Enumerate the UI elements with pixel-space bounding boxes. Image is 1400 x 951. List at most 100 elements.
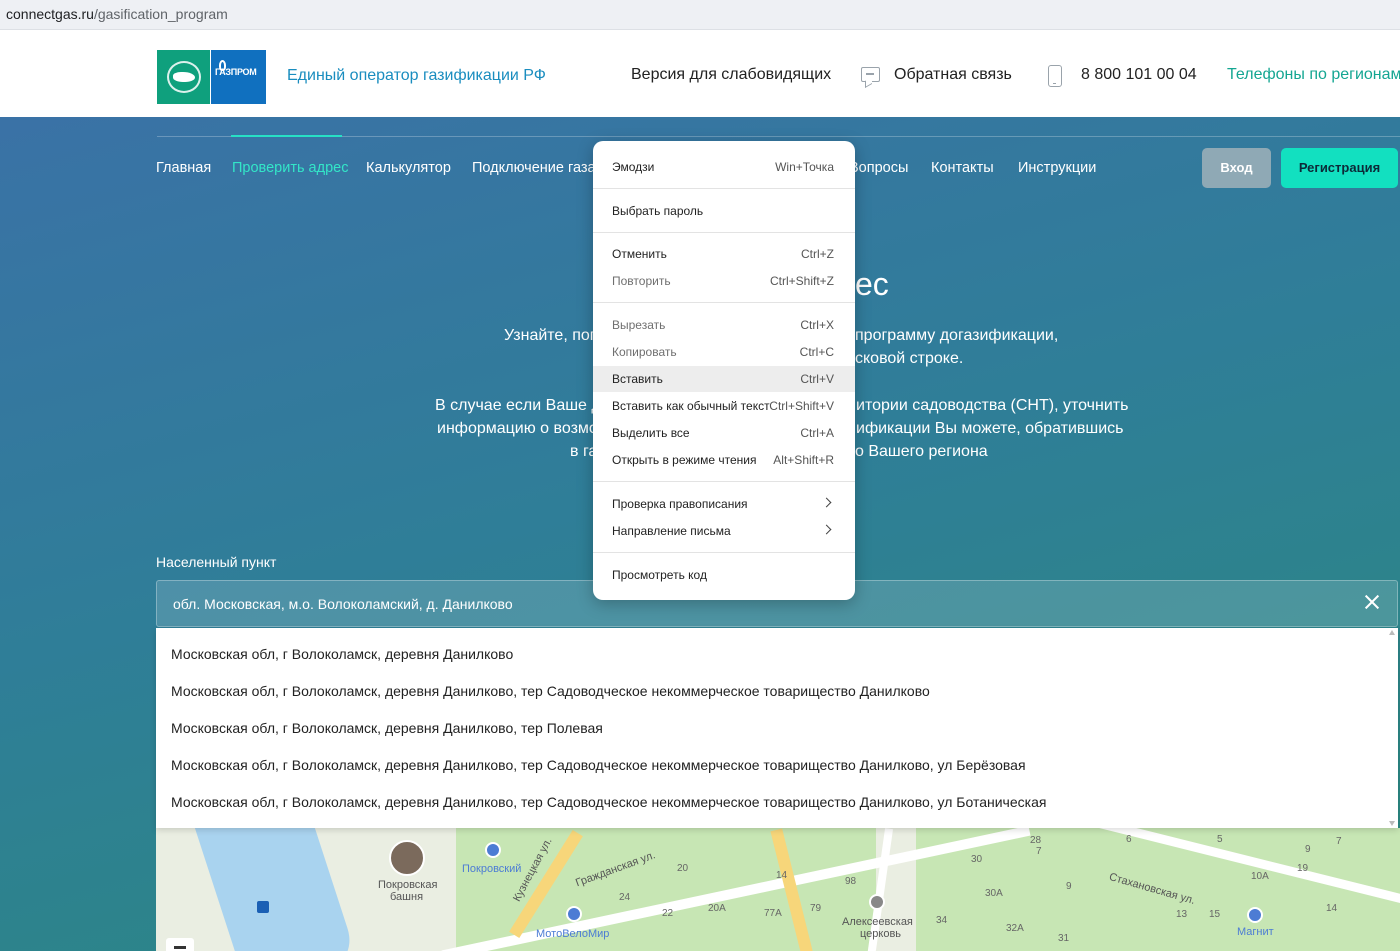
nav-item-questions[interactable]: Вопросы <box>849 160 908 176</box>
menu-separator <box>593 188 855 189</box>
gasification-logo-icon <box>157 50 210 104</box>
suggestion-item[interactable]: Московская обл, г Волоколамск, деревня Д… <box>171 757 1026 773</box>
house-number: 22 <box>662 908 674 919</box>
site-header: ГАЗПРОМ Единый оператор газификации РФ В… <box>0 37 1400 117</box>
feedback-link[interactable]: Обратная связь <box>894 66 1012 84</box>
phone-icon <box>1048 65 1062 87</box>
menu-item-reading-mode[interactable]: Открыть в режиме чтения Alt+Shift+R <box>593 447 855 473</box>
house-number: 32А <box>1006 923 1024 934</box>
map-label-church-line1: Алексеевская <box>842 916 913 928</box>
menu-item-inspect[interactable]: Просмотреть код <box>593 562 855 588</box>
info-text-line2-left: информацию о возмо <box>437 420 598 437</box>
scroll-up-icon[interactable] <box>1389 630 1395 635</box>
gazprom-logo-icon: ГАЗПРОМ <box>211 50 266 104</box>
info-text-line2-right: ификации Вы можете, обратившись <box>856 420 1124 437</box>
nav-item-gas-connection[interactable]: Подключение газа <box>472 160 596 176</box>
river <box>191 828 361 951</box>
context-menu: Эмодзи Win+Точка Выбрать пароль Отменить C… <box>593 141 855 600</box>
map-label-pokrovsky: Покровский <box>462 863 522 875</box>
url-path: /gasification_program <box>93 6 228 22</box>
menu-separator <box>593 302 855 303</box>
intro-text-line1-left: Узнайте, пог <box>504 327 596 344</box>
house-number: 98 <box>845 876 857 887</box>
url-text[interactable]: connectgas.ru/gasification_program <box>6 6 228 22</box>
house-number: 79 <box>810 903 822 914</box>
nav-item-check-address[interactable]: Проверить адрес <box>232 160 348 176</box>
vision-impaired-link[interactable]: Версия для слабовидящих <box>631 66 831 84</box>
menu-separator <box>593 232 855 233</box>
location-pin-icon[interactable] <box>485 842 501 858</box>
chevron-right-icon <box>821 497 832 508</box>
chevron-right-icon <box>821 524 832 535</box>
zoom-out-button[interactable] <box>166 938 194 951</box>
menu-separator <box>593 481 855 482</box>
house-number: 30 <box>971 854 983 865</box>
menu-item-emoji[interactable]: Эмодзи Win+Точка <box>593 154 855 180</box>
register-button[interactable]: Регистрация <box>1281 148 1398 188</box>
intro-text-line1-right: программу догазификации, <box>855 327 1059 344</box>
map-label-church-line2: церковь <box>860 928 902 940</box>
page-title: ес <box>855 266 889 302</box>
settlement-label: Населенный пункт <box>156 554 277 570</box>
scroll-down-icon[interactable] <box>1389 821 1395 826</box>
house-number: 7 <box>1036 846 1042 857</box>
map[interactable]: Покровская башня Покровский Кузнецкая ул… <box>156 828 1400 951</box>
house-number: 10А <box>1251 871 1269 882</box>
info-text-line3-right: о Вашего региона <box>855 443 988 460</box>
house-number: 28 <box>1030 835 1042 846</box>
house-number: 14 <box>1326 903 1338 914</box>
phone-number[interactable]: 8 800 101 00 04 <box>1081 66 1197 84</box>
regions-phones-link[interactable]: Телефоны по регионам <box>1227 66 1400 84</box>
url-host: connectgas.ru <box>6 6 94 22</box>
browser-address-bar[interactable]: connectgas.ru/gasification_program <box>0 0 1400 30</box>
house-number: 15 <box>1209 909 1221 920</box>
house-number: 7 <box>1336 836 1342 847</box>
nav-item-instructions[interactable]: Инструкции <box>1018 160 1096 176</box>
shop-icon[interactable] <box>1247 907 1263 923</box>
brand-name[interactable]: Единый оператор газификации РФ <box>287 67 546 85</box>
nav-active-indicator <box>231 135 342 137</box>
suggestion-item[interactable]: Московская обл, г Волоколамск, деревня Д… <box>171 794 1046 810</box>
address-suggestions: Московская обл, г Волоколамск, деревня Д… <box>156 628 1398 828</box>
house-number: 9 <box>1066 881 1072 892</box>
house-number: 20А <box>708 903 726 914</box>
clear-icon[interactable] <box>1363 593 1381 611</box>
menu-item-cut[interactable]: Вырезать Ctrl+X <box>593 312 855 338</box>
house-number: 14 <box>776 870 788 881</box>
suggestion-item[interactable]: Московская обл, г Волоколамск, деревня Д… <box>171 720 603 736</box>
login-button[interactable]: Вход <box>1202 148 1271 188</box>
nav-item-home[interactable]: Главная <box>156 160 211 176</box>
nav-divider <box>157 136 1400 137</box>
bike-shop-icon[interactable] <box>566 906 582 922</box>
menu-item-select-all[interactable]: Выделить все Ctrl+A <box>593 420 855 446</box>
menu-item-spellcheck[interactable]: Проверка правописания <box>593 491 855 517</box>
house-number: 30А <box>985 888 1003 899</box>
suggestion-item[interactable]: Московская обл, г Волоколамск, деревня Д… <box>171 646 513 662</box>
house-number: 13 <box>1176 909 1188 920</box>
map-label-motovelomir: МотоВелоМир <box>536 928 610 940</box>
settlement-input-value[interactable]: обл. Московская, м.о. Волоколамский, д. … <box>173 596 513 612</box>
map-label-tower-line2: башня <box>390 891 424 903</box>
menu-item-copy[interactable]: Копировать Ctrl+C <box>593 339 855 365</box>
tower-photo-icon[interactable] <box>389 840 425 876</box>
menu-item-redo[interactable]: Повторить Ctrl+Shift+Z <box>593 268 855 294</box>
menu-item-choose-password[interactable]: Выбрать пароль <box>593 198 855 224</box>
suggestion-item[interactable]: Московская обл, г Волоколамск, деревня Д… <box>171 683 930 699</box>
menu-item-paste-plain[interactable]: Вставить как обычный текст Ctrl+Shift+V <box>593 393 855 419</box>
globe-icon <box>167 61 201 93</box>
menu-item-paste[interactable]: Вставить Ctrl+V <box>593 366 855 392</box>
intro-text-line2-right: сковой строке. <box>855 350 964 367</box>
church-icon[interactable] <box>869 894 885 910</box>
menu-separator <box>593 552 855 553</box>
nav-item-contacts[interactable]: Контакты <box>931 160 994 176</box>
house-number: 19 <box>1297 863 1309 874</box>
nav-item-calculator[interactable]: Калькулятор <box>366 160 451 176</box>
house-number: 9 <box>1305 844 1311 855</box>
site-logo[interactable]: ГАЗПРОМ <box>157 50 266 104</box>
house-number: 5 <box>1217 834 1223 845</box>
map-label-magnit: Магнит <box>1237 926 1274 938</box>
house-number: 20 <box>677 863 689 874</box>
menu-item-undo[interactable]: Отменить Ctrl+Z <box>593 241 855 267</box>
house-number: 77А <box>764 908 782 919</box>
menu-item-writing-direction[interactable]: Направление письма <box>593 518 855 544</box>
